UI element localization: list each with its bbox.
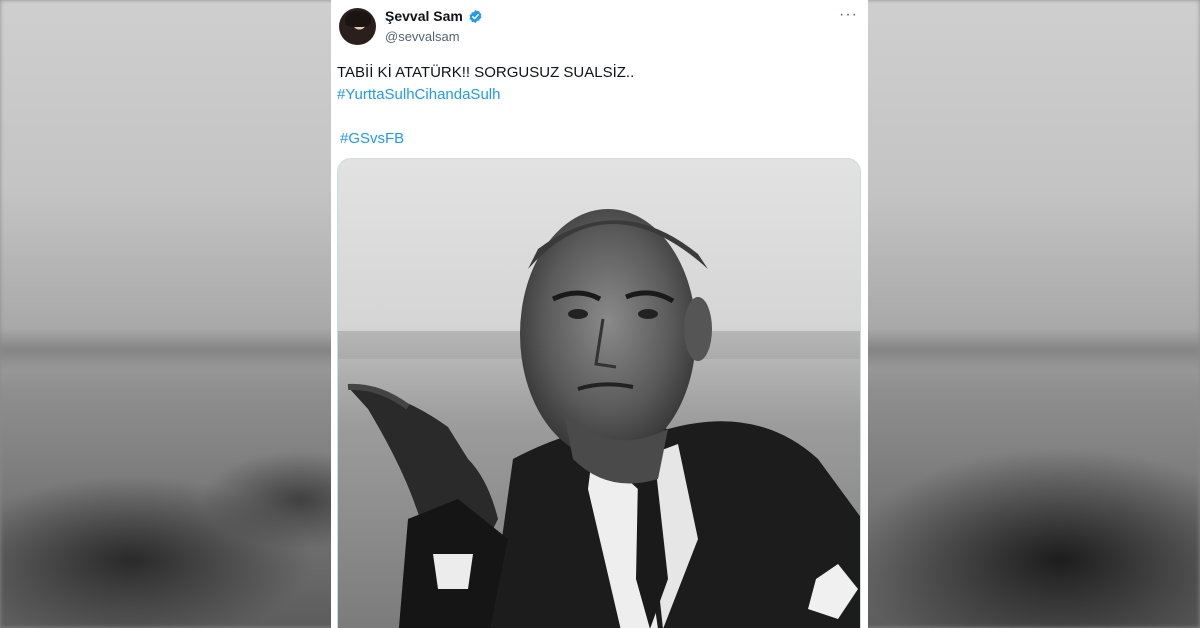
screenshot-stage: Şevval Sam @sevvalsam ··· TABİİ Kİ ATATÜ… — [0, 0, 1200, 628]
author-display-name[interactable]: Şevval Sam — [385, 8, 463, 24]
portrait-photo-illustration — [338, 159, 860, 628]
tweet-text: TABİİ Kİ ATATÜRK!! SORGUSUZ SUALSİZ.. #Y… — [337, 62, 634, 150]
tweet-text-line: TABİİ Kİ ATATÜRK!! SORGUSUZ SUALSİZ.. — [337, 64, 635, 81]
tweet-photo[interactable] — [337, 158, 861, 628]
line-break — [337, 106, 634, 128]
author-handle[interactable]: @sevvalsam — [385, 29, 460, 44]
tweet-card[interactable]: Şevval Sam @sevvalsam ··· TABİİ Kİ ATATÜ… — [331, 0, 868, 628]
verified-badge-icon — [468, 9, 483, 24]
more-options-icon[interactable]: ··· — [839, 6, 858, 24]
author-name-row[interactable]: Şevval Sam — [385, 8, 483, 24]
avatar[interactable] — [339, 8, 376, 45]
hashtag-link[interactable]: #YurttaSulhCihandaSulh — [337, 84, 634, 106]
hashtag-link[interactable]: #GSvsFB — [337, 128, 634, 150]
